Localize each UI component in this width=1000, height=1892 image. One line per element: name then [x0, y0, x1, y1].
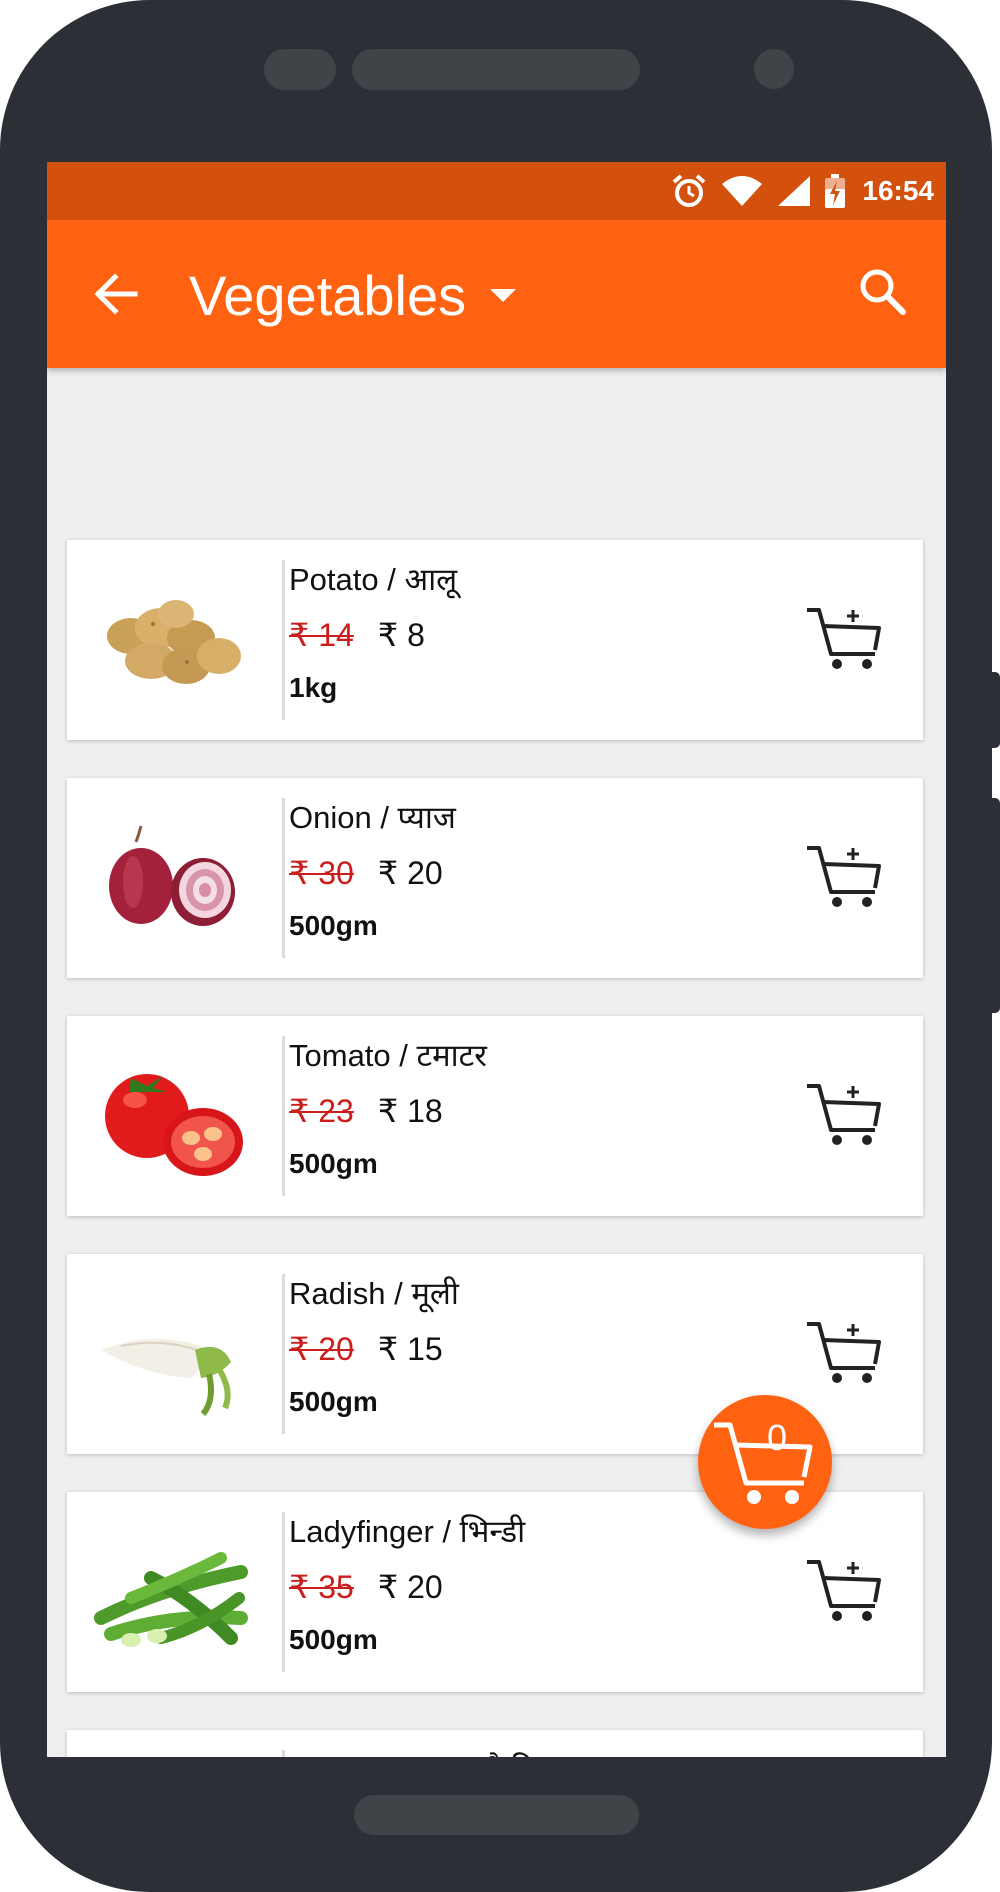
- price-row: ₹ 20 ₹ 15: [289, 1330, 443, 1368]
- new-price: ₹ 8: [377, 617, 425, 653]
- bottlegourd-image: [91, 1756, 251, 1757]
- new-price: ₹ 20: [377, 1569, 443, 1605]
- dropdown-arrow-icon: [490, 289, 517, 302]
- product-quantity: 500gm: [289, 1386, 378, 1417]
- arrow-left-icon: [94, 273, 138, 315]
- phone-frame: 16:54 Vegetables Potato / आलू ₹ 14 ₹ 8 1…: [0, 0, 1000, 1892]
- add-to-cart-button[interactable]: [805, 1558, 885, 1624]
- product-name: Ladyfinger / भिन्डी: [289, 1514, 526, 1549]
- card-divider: [282, 798, 285, 958]
- product-name: Onion / प्याज: [289, 800, 456, 835]
- price-row: ₹ 14 ₹ 8: [289, 616, 425, 654]
- add-to-cart-button[interactable]: [805, 606, 885, 672]
- app-bar: Vegetables: [47, 220, 946, 368]
- old-price: ₹ 35: [289, 1569, 354, 1605]
- product-quantity: 500gm: [289, 910, 378, 941]
- potato-image: [107, 600, 241, 684]
- search-icon: [860, 269, 906, 315]
- battery-charging-icon: [824, 173, 846, 209]
- card-divider: [282, 1036, 285, 1196]
- product-quantity: 500gm: [289, 1148, 378, 1179]
- new-price: ₹ 15: [377, 1331, 443, 1367]
- search-button[interactable]: [855, 264, 911, 324]
- product-card[interactable]: Onion / प्याज ₹ 30 ₹ 20 500gm: [67, 778, 923, 978]
- card-divider: [282, 1274, 285, 1434]
- add-to-cart-icon: [807, 846, 881, 907]
- new-price: ₹ 20: [377, 855, 443, 891]
- page-title: Vegetables: [189, 263, 467, 327]
- old-price: ₹ 20: [289, 1331, 354, 1367]
- add-to-cart-icon: [807, 1322, 881, 1383]
- price-row: ₹ 23 ₹ 18: [289, 1092, 443, 1130]
- wifi-icon: [720, 174, 764, 208]
- front-camera: [754, 49, 794, 89]
- app-screen: 16:54 Vegetables Potato / आलू ₹ 14 ₹ 8 1…: [47, 162, 946, 1757]
- add-to-cart-button[interactable]: [805, 844, 885, 910]
- product-quantity: 1kg: [289, 672, 338, 703]
- status-bar: 16:54: [47, 162, 946, 220]
- product-quantity: 500gm: [289, 1624, 378, 1655]
- old-price: ₹ 14: [289, 617, 354, 653]
- signal-icon: [776, 174, 812, 208]
- product-name: Tomato / टमाटर: [289, 1038, 487, 1073]
- alarm-icon: [670, 172, 708, 210]
- product-card[interactable]: Potato / आलू ₹ 14 ₹ 8 1kg: [67, 540, 923, 740]
- price-row: ₹ 35 ₹ 20: [289, 1568, 443, 1606]
- earpiece-speaker: [352, 49, 640, 90]
- onion-image: [109, 825, 235, 926]
- product-card[interactable]: Tomato / टमाटर ₹ 23 ₹ 18 500gm: [67, 1016, 923, 1216]
- price-row: ₹ 30 ₹ 20: [289, 854, 443, 892]
- old-price: ₹ 30: [289, 855, 354, 891]
- card-divider: [282, 560, 285, 720]
- ladyfinger-image: [94, 1552, 248, 1647]
- add-to-cart-button[interactable]: [805, 1082, 885, 1148]
- status-time: 16:54: [862, 175, 934, 206]
- back-button[interactable]: [87, 264, 147, 324]
- old-price: ₹ 23: [289, 1093, 354, 1129]
- product-card[interactable]: Bottlegourd / लौकी ₹ 18₹ 12 500gm: [67, 1730, 923, 1757]
- card-divider: [282, 1750, 285, 1757]
- add-to-cart-button[interactable]: [805, 1320, 885, 1386]
- add-to-cart-icon: [807, 1560, 881, 1621]
- new-price: ₹ 18: [377, 1093, 443, 1129]
- product-name: Potato / आलू: [289, 562, 458, 597]
- radish-image: [101, 1338, 231, 1416]
- card-divider: [282, 1512, 285, 1672]
- category-dropdown[interactable]: Vegetables: [189, 250, 518, 340]
- power-button: [990, 798, 1000, 1013]
- tomato-image: [105, 1074, 243, 1176]
- volume-button: [990, 672, 1000, 748]
- add-to-cart-icon: [807, 608, 881, 669]
- cart-fab-button[interactable]: 0: [698, 1395, 832, 1529]
- product-name: Radish / मूली: [289, 1276, 459, 1311]
- bottom-speaker: [354, 1795, 639, 1835]
- cart-count: 0: [766, 1417, 788, 1458]
- product-name: Bottlegourd / लौकी: [289, 1748, 534, 1757]
- sensor: [264, 49, 336, 90]
- add-to-cart-icon: [807, 1084, 881, 1145]
